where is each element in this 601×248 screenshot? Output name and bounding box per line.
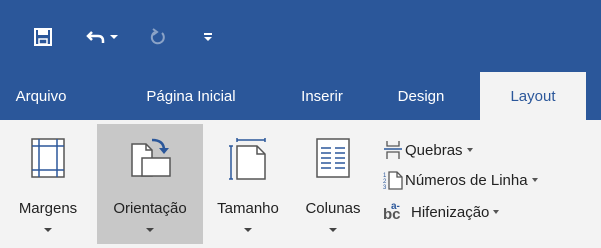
- orientation-icon: [131, 138, 171, 177]
- ribbon-tabs: Arquivo Página Inicial Inserir Design La…: [0, 72, 601, 120]
- customize-qat-icon: [204, 33, 212, 41]
- tab-inserir[interactable]: Inserir: [283, 72, 361, 120]
- chevron-down-icon: [110, 35, 118, 39]
- hyphenation-icon-text: bc: [383, 206, 401, 223]
- orientation-label: Orientação: [113, 200, 187, 217]
- chevron-down-icon: [531, 178, 538, 182]
- tab-layout[interactable]: Layout: [480, 72, 586, 120]
- hyphenation-label: Hifenização: [411, 203, 490, 221]
- breaks-button[interactable]: Quebras: [383, 136, 473, 164]
- columns-icon: [316, 138, 350, 178]
- chevron-down-icon: [146, 228, 154, 232]
- chevron-down-icon: [329, 228, 337, 232]
- size-icon: [229, 138, 266, 180]
- columns-label: Colunas: [305, 200, 361, 217]
- hyphenation-icon: a- bc: [383, 201, 405, 223]
- breaks-label: Quebras: [405, 141, 463, 159]
- margins-button[interactable]: Margens: [0, 124, 96, 244]
- chevron-down-icon: [244, 228, 252, 232]
- chevron-down-icon: [466, 148, 473, 152]
- chevron-down-icon: [493, 210, 500, 214]
- save-icon: [34, 28, 52, 46]
- line-numbers-icon: 1 2 3: [383, 171, 403, 190]
- size-button[interactable]: Tamanho: [204, 124, 292, 244]
- customize-qat-button[interactable]: [198, 24, 218, 50]
- margins-label: Margens: [18, 200, 78, 217]
- title-bar: [0, 0, 601, 72]
- tab-pagina-inicial[interactable]: Página Inicial: [120, 72, 262, 120]
- undo-icon: [86, 31, 105, 43]
- redo-icon: [150, 28, 165, 45]
- margins-icon: [31, 138, 65, 178]
- size-label: Tamanho: [217, 200, 279, 217]
- ribbon-page-setup: Margens Orientação Tamanho Colunas Quebr…: [0, 120, 601, 248]
- orientation-button[interactable]: Orientação: [97, 124, 203, 244]
- chevron-down-icon: [44, 228, 52, 232]
- tab-design[interactable]: Design: [386, 72, 456, 120]
- page-break-icon: [384, 141, 402, 159]
- tab-arquivo[interactable]: Arquivo: [0, 72, 82, 120]
- redo-button[interactable]: [146, 24, 170, 50]
- undo-dropdown-button[interactable]: [108, 24, 120, 50]
- line-numbers-label: Números de Linha: [405, 171, 528, 189]
- columns-button[interactable]: Colunas: [293, 124, 373, 244]
- save-button[interactable]: [30, 24, 56, 50]
- svg-text:3: 3: [383, 185, 387, 190]
- hyphenation-button[interactable]: a- bc Hifenização: [383, 198, 500, 226]
- undo-button[interactable]: [84, 24, 108, 50]
- line-numbers-button[interactable]: 1 2 3 Números de Linha: [383, 166, 538, 194]
